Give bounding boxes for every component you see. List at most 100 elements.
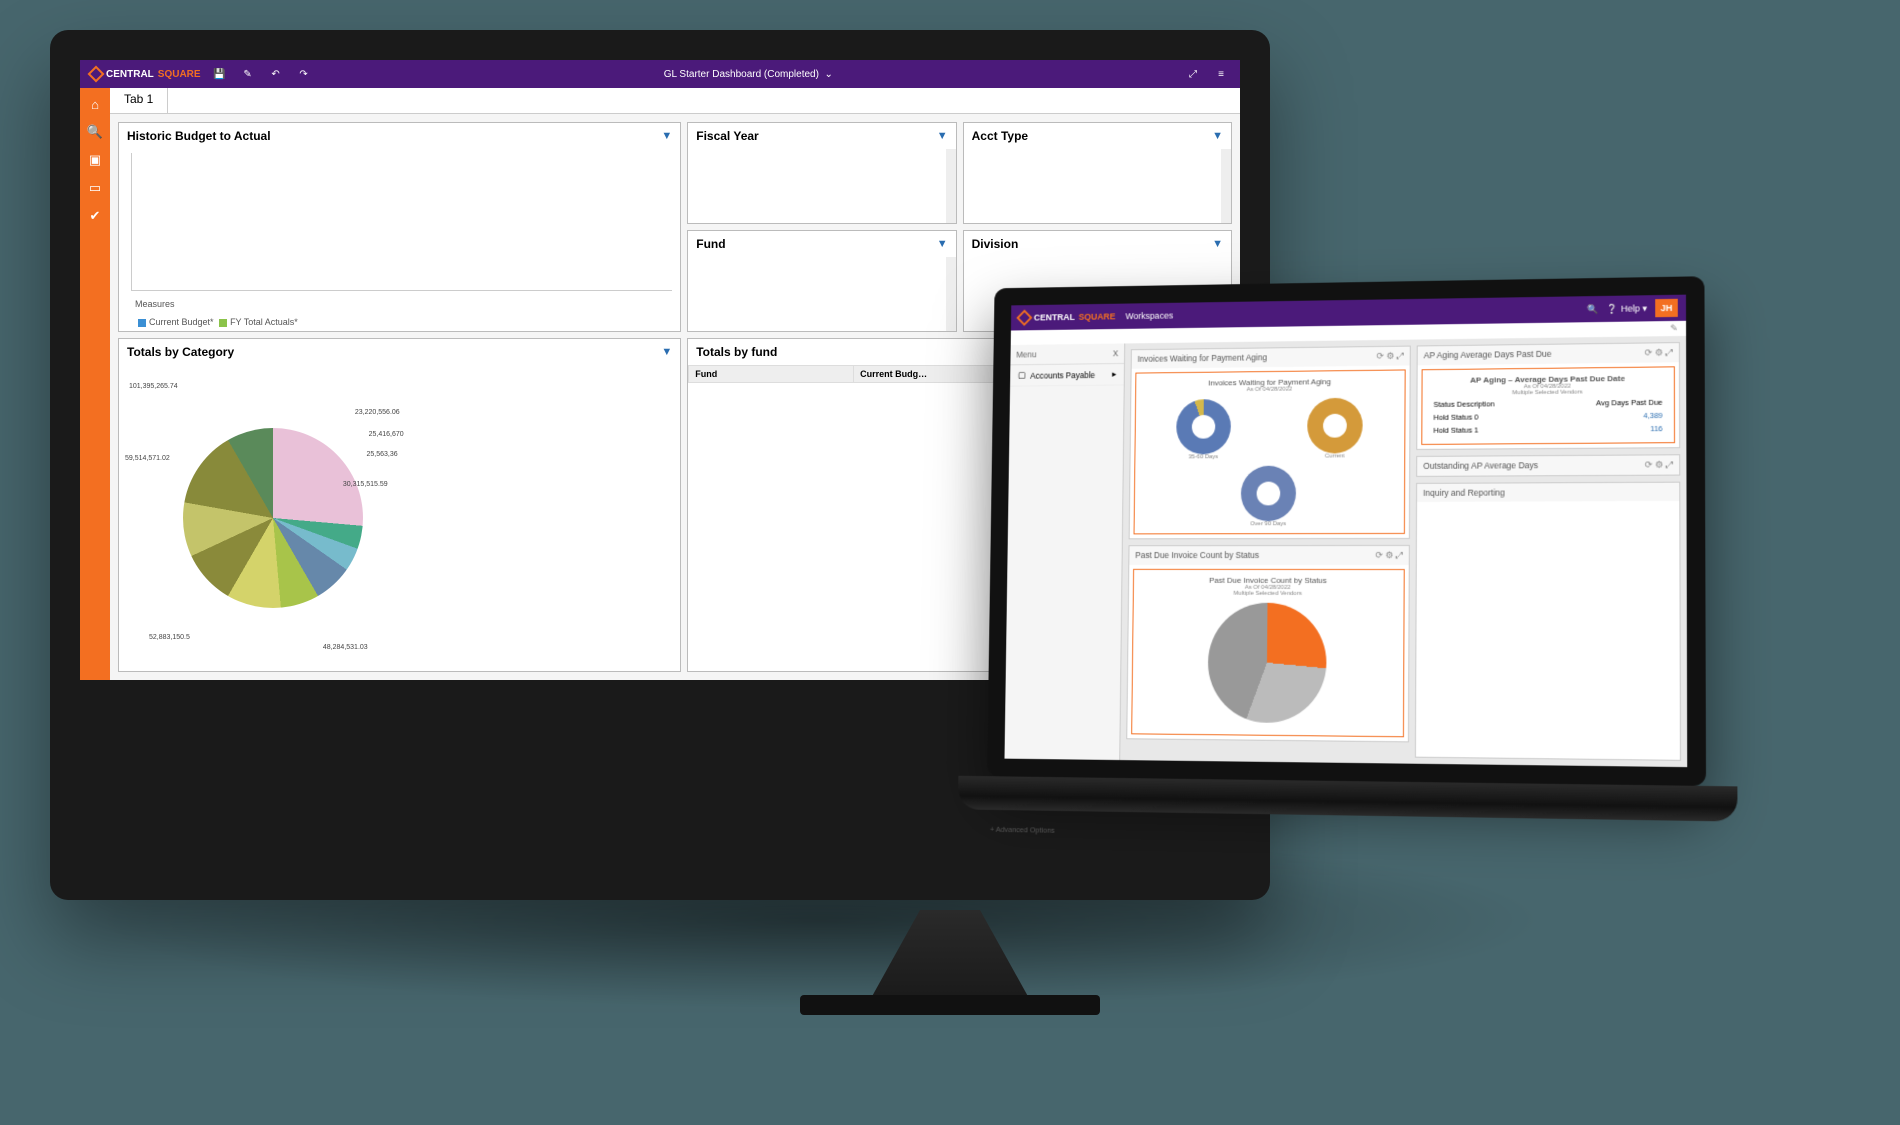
chart-legend: Current Budget* FY Total Actuals* — [127, 313, 680, 331]
card-past-due: Past Due Invoice Count by Status ⟳⚙⤢ Past… — [1126, 545, 1410, 742]
pie-chart — [183, 428, 363, 608]
donut-current — [1307, 398, 1363, 454]
expand-icon[interactable]: ⤢ — [1397, 351, 1404, 362]
scrollbar[interactable] — [1221, 149, 1231, 223]
save-icon[interactable]: 💾 — [211, 65, 229, 83]
card-title: Outstanding AP Average Days — [1423, 460, 1538, 472]
refresh-icon[interactable]: ⟳ — [1645, 460, 1652, 471]
settings-icon[interactable]: ⚙ — [1655, 459, 1663, 470]
card-invoices-waiting: Invoices Waiting for Payment Aging⟳⚙⤢ In… — [1129, 346, 1411, 540]
expand-icon[interactable]: ⤢ — [1184, 65, 1202, 83]
card-outstanding-ap: Outstanding AP Average Days ⟳⚙⤢ — [1416, 454, 1680, 477]
filter-icon[interactable]: ▼ — [1212, 130, 1223, 142]
card-title: Inquiry and Reporting — [1423, 488, 1505, 498]
brand-logo: CENTRAL SQUARE — [90, 68, 201, 80]
card-title: Invoices Waiting for Payment Aging — [1137, 352, 1267, 364]
app-topbar: CENTRAL SQUARE 💾 ✎ ↶ ↷ GL Starter Dashboa… — [80, 60, 1240, 88]
filter-icon[interactable]: ▼ — [661, 130, 672, 142]
logo-icon — [1016, 310, 1032, 326]
scrollbar[interactable] — [946, 257, 956, 331]
panel-fiscal-year: Fiscal Year ▼ — [687, 122, 956, 224]
check-icon[interactable]: ✔ — [87, 208, 103, 224]
card-title: AP Aging Average Days Past Due — [1424, 349, 1552, 362]
product-name: Workspaces — [1126, 311, 1174, 321]
pie-legend — [1397, 597, 1398, 730]
pie-label: 52,883,150.5 — [149, 634, 190, 641]
help-menu[interactable]: ❔ Help ▾ — [1607, 303, 1647, 315]
pie-label: 48,284,531.03 — [323, 644, 368, 651]
menu-section-ap[interactable]: ▢ Accounts Payable ▸ — [1010, 364, 1124, 387]
filter-icon[interactable]: ▼ — [937, 238, 948, 250]
pie-label: 101,395,265.74 — [129, 383, 178, 390]
panel-totals-category: Totals by Category ▼ 101,395,265.74 23,22… — [118, 338, 681, 672]
folder-icon[interactable]: ▣ — [87, 152, 103, 168]
refresh-icon[interactable]: ⟳ — [1376, 351, 1383, 362]
panel-historic-budget: Historic Budget to Actual ▼ Measures — [118, 122, 681, 332]
tab-bar: Tab 1 — [110, 88, 1240, 114]
col-fund[interactable]: Fund — [689, 366, 854, 383]
card-inquiry: Inquiry and Reporting — [1415, 482, 1681, 761]
settings-icon[interactable]: ⚙ — [1655, 347, 1663, 358]
logo-icon — [88, 66, 105, 83]
legend-swatch-actuals — [219, 319, 227, 327]
panel-title: Division — [972, 237, 1019, 251]
pie-past-due — [1207, 603, 1326, 724]
pie-label: 25,416,670 — [369, 431, 404, 438]
search-icon[interactable]: 🔍 — [1587, 304, 1598, 315]
settings-icon[interactable]: ⚙ — [1385, 550, 1393, 561]
legend-swatch-budget — [138, 319, 146, 327]
panel-title: Totals by fund — [696, 345, 777, 359]
scrollbar[interactable] — [946, 149, 956, 223]
panel-title: Historic Budget to Actual — [127, 129, 271, 143]
tab-1[interactable]: Tab 1 — [110, 88, 168, 113]
expand-icon[interactable]: ⤢ — [1666, 347, 1673, 358]
workspaces-app: CENTRALSQUARE Workspaces 🔍 ❔ Help ▾ JH ✎… — [1004, 295, 1687, 767]
pie-label: 25,563,36 — [367, 451, 398, 458]
home-icon[interactable]: ⌂ — [87, 96, 103, 112]
laptop: CENTRALSQUARE Workspaces 🔍 ❔ Help ▾ JH ✎… — [986, 276, 1706, 848]
card-ap-aging: AP Aging Average Days Past Due⟳⚙⤢ AP Agi… — [1416, 342, 1680, 450]
filter-icon[interactable]: ▼ — [1212, 238, 1223, 250]
panel-title: Fund — [696, 237, 725, 251]
left-rail: ⌂ 🔍 ▣ ▭ ✔ — [80, 88, 110, 680]
brand-text-a: CENTRAL — [106, 69, 154, 80]
edit-icon[interactable]: ✎ — [239, 65, 257, 83]
menu-icon[interactable]: ≡ — [1212, 65, 1230, 83]
settings-icon[interactable]: ⚙ — [1386, 351, 1394, 362]
filter-icon[interactable]: ▼ — [661, 346, 672, 358]
undo-icon[interactable]: ↶ — [267, 65, 285, 83]
ap-aging-table: Status DescriptionAvg Days Past Due Hold… — [1428, 395, 1667, 438]
card-icon[interactable]: ▭ — [87, 180, 103, 196]
filter-icon[interactable]: ▼ — [937, 130, 948, 142]
panel-title: Fiscal Year — [696, 129, 759, 143]
card-title: Past Due Invoice Count by Status — [1135, 550, 1259, 561]
dashboard-title[interactable]: GL Starter Dashboard (Completed) ⌄ — [323, 69, 1174, 80]
measures-label: Measures — [127, 295, 680, 313]
donut-35-60 — [1176, 399, 1231, 455]
refresh-icon[interactable]: ⟳ — [1375, 550, 1382, 561]
panel-title: Totals by Category — [127, 345, 234, 359]
pie-label: 23,220,556.06 — [355, 409, 400, 416]
brand-logo: CENTRALSQUARE Workspaces — [1019, 310, 1174, 324]
search-icon[interactable]: 🔍 — [87, 124, 103, 140]
expand-icon[interactable]: ⤢ — [1666, 459, 1673, 470]
bar-chart — [119, 149, 680, 295]
redo-icon[interactable]: ↷ — [295, 65, 313, 83]
pie-label: 59,514,571.02 — [125, 455, 170, 462]
menu-title: Menu — [1016, 350, 1036, 360]
ap-value[interactable]: 116 — [1545, 423, 1666, 435]
edit-icon[interactable]: ✎ — [1670, 323, 1678, 333]
ap-value[interactable]: 4,389 — [1545, 410, 1666, 422]
panel-fund: Fund ▼ — [687, 230, 956, 332]
pie-label: 30,315,515.59 — [343, 481, 388, 488]
chart-title: Past Due Invoice Count by Status — [1140, 576, 1398, 585]
side-menu: MenuX ▢ Accounts Payable ▸ + Advanced Op… — [1004, 343, 1125, 760]
user-avatar[interactable]: JH — [1655, 299, 1678, 317]
refresh-icon[interactable]: ⟳ — [1644, 347, 1651, 358]
expand-icon[interactable]: ⤢ — [1396, 550, 1403, 561]
panel-title: Acct Type — [972, 129, 1028, 143]
panel-acct-type: Acct Type ▼ — [963, 122, 1232, 224]
brand-text-b: SQUARE — [158, 69, 201, 80]
close-icon[interactable]: X — [1113, 348, 1119, 358]
donut-over-90 — [1241, 466, 1296, 522]
